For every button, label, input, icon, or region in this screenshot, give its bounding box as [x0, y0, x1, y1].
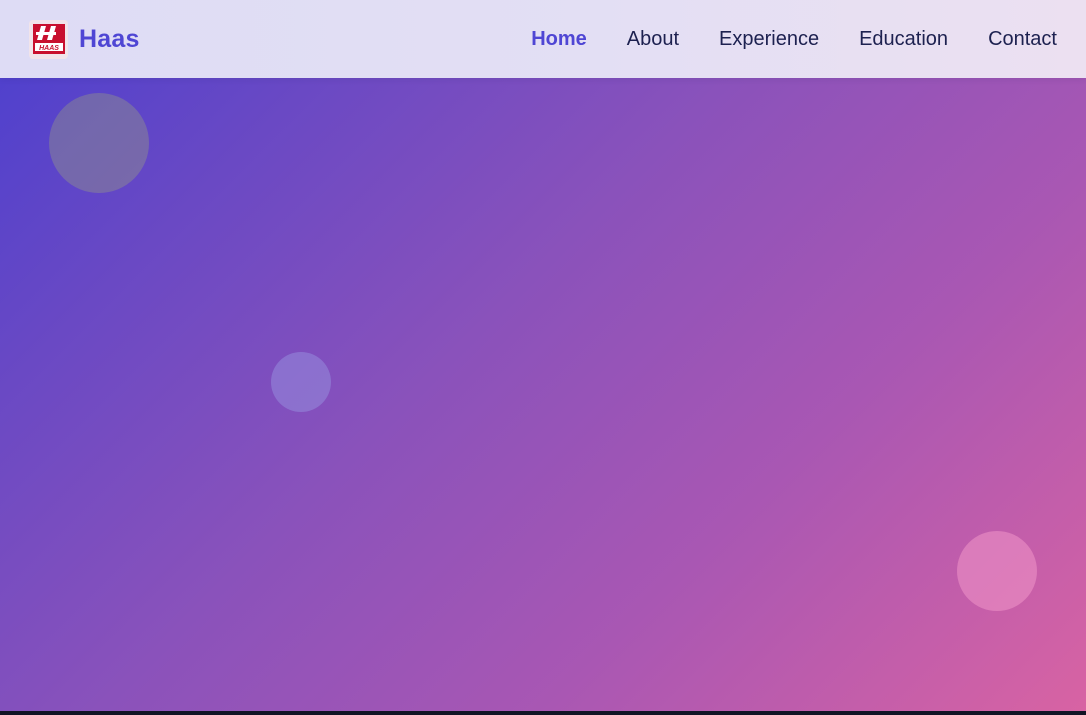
decorative-circle-small — [271, 352, 331, 412]
nav-link-about[interactable]: About — [627, 28, 679, 51]
brand-name: Haas — [79, 24, 140, 53]
haas-logo-icon: HAAS — [29, 19, 68, 59]
decorative-circle-large — [49, 93, 149, 193]
hero-section — [0, 0, 1086, 711]
nav-link-education[interactable]: Education — [859, 28, 948, 51]
decorative-circle-medium — [957, 531, 1037, 611]
nav-link-home[interactable]: Home — [531, 28, 587, 51]
page: HAAS Haas Home About Experience Educatio… — [0, 0, 1086, 715]
top-navbar: HAAS Haas Home About Experience Educatio… — [0, 0, 1086, 78]
svg-text:HAAS: HAAS — [39, 45, 59, 52]
brand-home-link[interactable]: HAAS Haas — [29, 19, 140, 59]
nav-link-contact[interactable]: Contact — [988, 28, 1057, 51]
nav-links: Home About Experience Education Contact — [491, 28, 1057, 51]
nav-link-experience[interactable]: Experience — [719, 28, 819, 51]
page-bottom-border — [0, 711, 1086, 715]
